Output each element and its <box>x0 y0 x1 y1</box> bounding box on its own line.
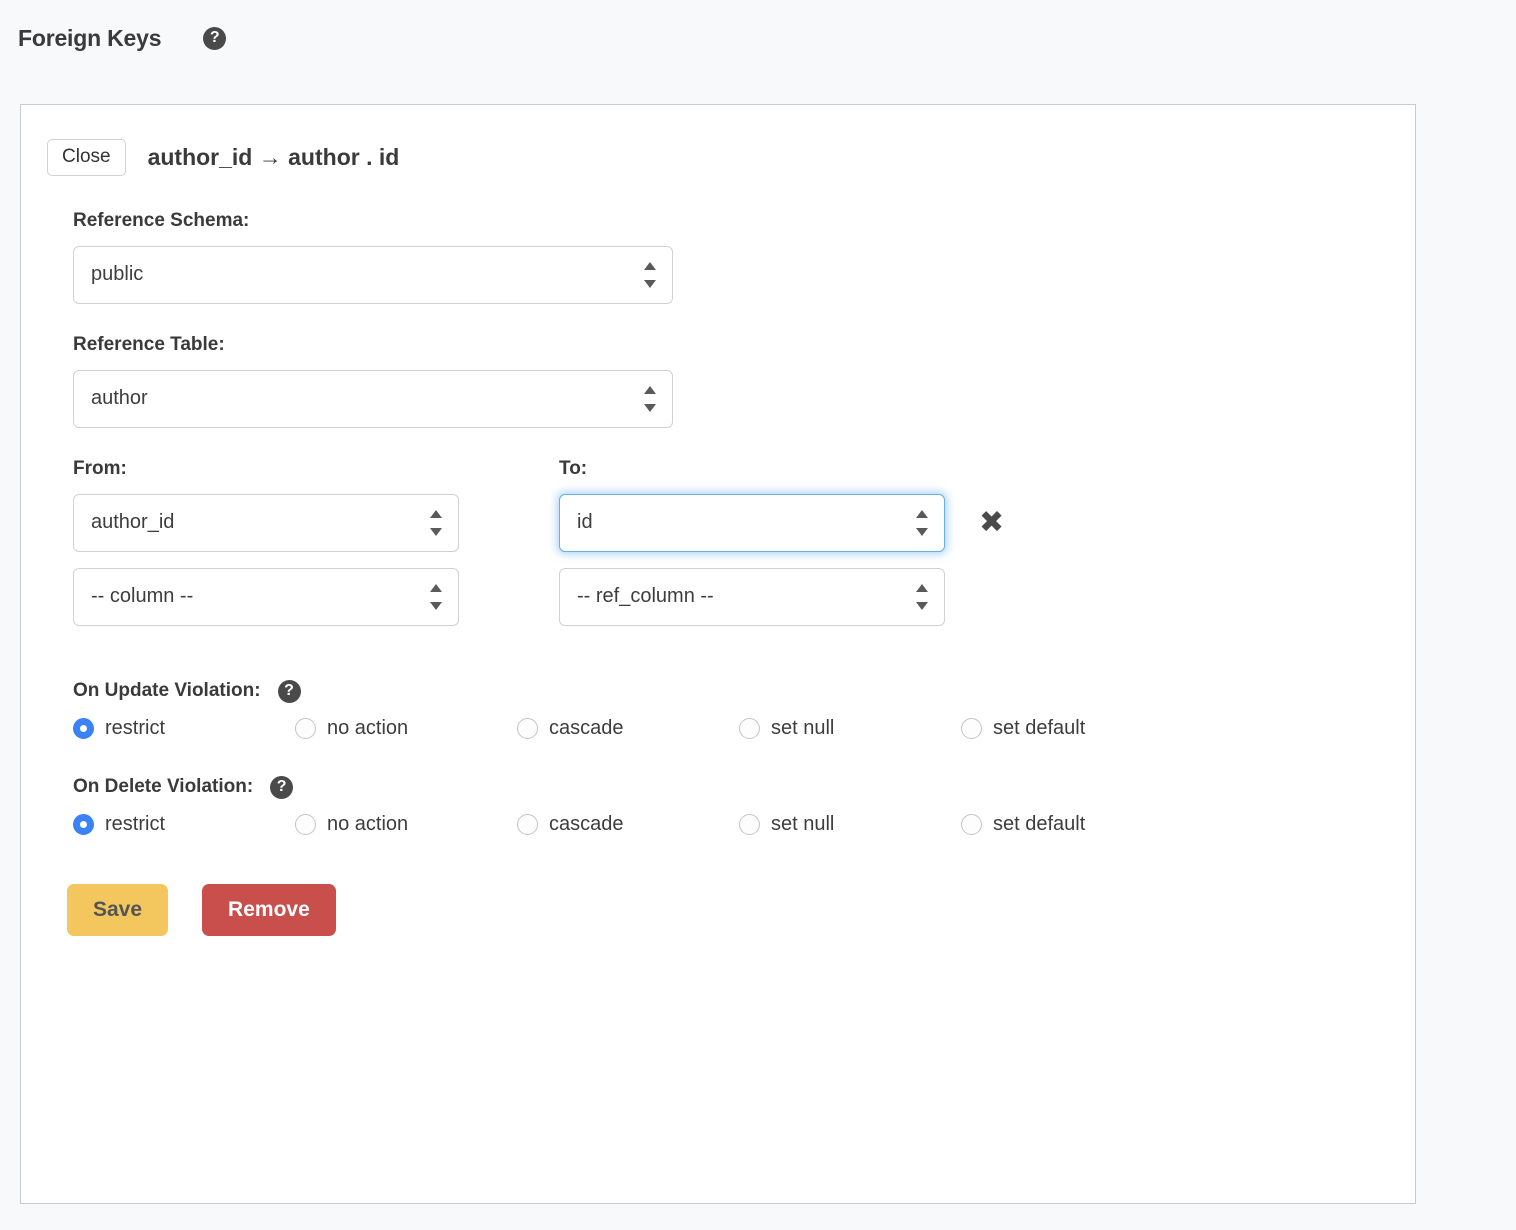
on-delete-option-label: set null <box>771 813 834 836</box>
on-update-option-label: cascade <box>549 717 624 740</box>
on-update-option-cascade[interactable]: cascade <box>517 717 739 740</box>
on-update-option-label: set default <box>993 717 1085 740</box>
on-delete-option-restrict[interactable]: restrict <box>73 813 295 836</box>
chevron-updown-icon <box>916 510 928 536</box>
on-update-option-label: set null <box>771 717 834 740</box>
on-delete-violation-label: On Delete Violation: <box>73 776 253 798</box>
on-delete-option-cascade[interactable]: cascade <box>517 813 739 836</box>
column-mapping-row: -- column -- -- ref_column -- <box>73 568 1415 626</box>
chevron-updown-icon <box>430 584 442 610</box>
chevron-updown-icon <box>644 262 656 288</box>
on-update-option-set-default[interactable]: set default <box>961 717 1183 740</box>
help-icon[interactable]: ? <box>278 680 301 703</box>
to-column-value-2: -- ref_column -- <box>577 585 714 608</box>
to-label: To: <box>559 458 587 480</box>
reference-schema-label: Reference Schema: <box>73 210 1415 232</box>
radio-indicator[interactable] <box>295 814 316 835</box>
foreign-key-editor-panel: Close author_id → author . id Reference … <box>20 104 1416 1204</box>
radio-indicator[interactable] <box>73 814 94 835</box>
close-button[interactable]: Close <box>47 139 126 176</box>
radio-indicator[interactable] <box>739 814 760 835</box>
on-update-option-restrict[interactable]: restrict <box>73 717 295 740</box>
reference-table-label: Reference Table: <box>73 334 1415 356</box>
radio-indicator[interactable] <box>961 718 982 739</box>
page-header: Foreign Keys ? <box>0 0 1516 60</box>
to-column-select-2[interactable]: -- ref_column -- <box>559 568 945 626</box>
help-icon[interactable]: ? <box>270 776 293 799</box>
radio-indicator[interactable] <box>517 718 538 739</box>
on-delete-option-label: restrict <box>105 813 165 836</box>
on-delete-violation-options: restrict no action cascade set null set … <box>73 813 1415 836</box>
on-update-option-label: restrict <box>105 717 165 740</box>
action-buttons: Save Remove <box>67 884 1415 936</box>
from-cell: -- column -- <box>73 568 559 626</box>
chevron-updown-icon <box>916 584 928 610</box>
column-mapping-row: author_id id ✖ <box>73 494 1415 552</box>
reference-table-value: author <box>91 387 148 410</box>
radio-indicator[interactable] <box>295 718 316 739</box>
to-column-value-1: id <box>577 511 593 534</box>
on-update-option-no-action[interactable]: no action <box>295 717 517 740</box>
chevron-updown-icon <box>644 386 656 412</box>
reference-table-select[interactable]: author <box>73 370 673 428</box>
from-cell: author_id <box>73 494 559 552</box>
column-mapping-rows: author_id id ✖ -- column -- <box>73 494 1415 626</box>
to-cell: id <box>559 494 973 552</box>
from-column-select-2[interactable]: -- column -- <box>73 568 459 626</box>
from-column-value-1: author_id <box>91 511 174 534</box>
on-delete-option-label: cascade <box>549 813 624 836</box>
to-column-select-1[interactable]: id <box>559 494 945 552</box>
save-button[interactable]: Save <box>67 884 168 936</box>
help-icon[interactable]: ? <box>203 27 226 50</box>
on-update-option-set-null[interactable]: set null <box>739 717 961 740</box>
reference-schema-value: public <box>91 263 143 286</box>
radio-indicator[interactable] <box>517 814 538 835</box>
panel-header-row: Close author_id → author . id <box>47 139 1415 176</box>
on-delete-option-no-action[interactable]: no action <box>295 813 517 836</box>
on-delete-option-set-default[interactable]: set default <box>961 813 1183 836</box>
foreign-key-title: author_id → author . id <box>148 144 400 171</box>
from-column-value-2: -- column -- <box>91 585 193 608</box>
on-update-violation-label-row: On Update Violation: ? <box>73 680 1415 703</box>
radio-indicator[interactable] <box>961 814 982 835</box>
remove-button[interactable]: Remove <box>202 884 336 936</box>
page-title: Foreign Keys <box>18 25 161 52</box>
on-delete-option-label: set default <box>993 813 1085 836</box>
on-update-violation-options: restrict no action cascade set null set … <box>73 717 1415 740</box>
remove-mapping-icon[interactable]: ✖ <box>979 508 1004 538</box>
on-update-option-label: no action <box>327 717 408 740</box>
to-cell: -- ref_column -- <box>559 568 973 626</box>
from-label: From: <box>73 458 559 480</box>
column-mapping-headers: From: To: <box>73 458 1415 480</box>
radio-indicator[interactable] <box>739 718 760 739</box>
on-update-violation-label: On Update Violation: <box>73 680 261 702</box>
on-delete-option-label: no action <box>327 813 408 836</box>
on-delete-option-set-null[interactable]: set null <box>739 813 961 836</box>
reference-schema-select[interactable]: public <box>73 246 673 304</box>
chevron-updown-icon <box>430 510 442 536</box>
radio-indicator[interactable] <box>73 718 94 739</box>
from-column-select-1[interactable]: author_id <box>73 494 459 552</box>
on-delete-violation-label-row: On Delete Violation: ? <box>73 776 1415 799</box>
